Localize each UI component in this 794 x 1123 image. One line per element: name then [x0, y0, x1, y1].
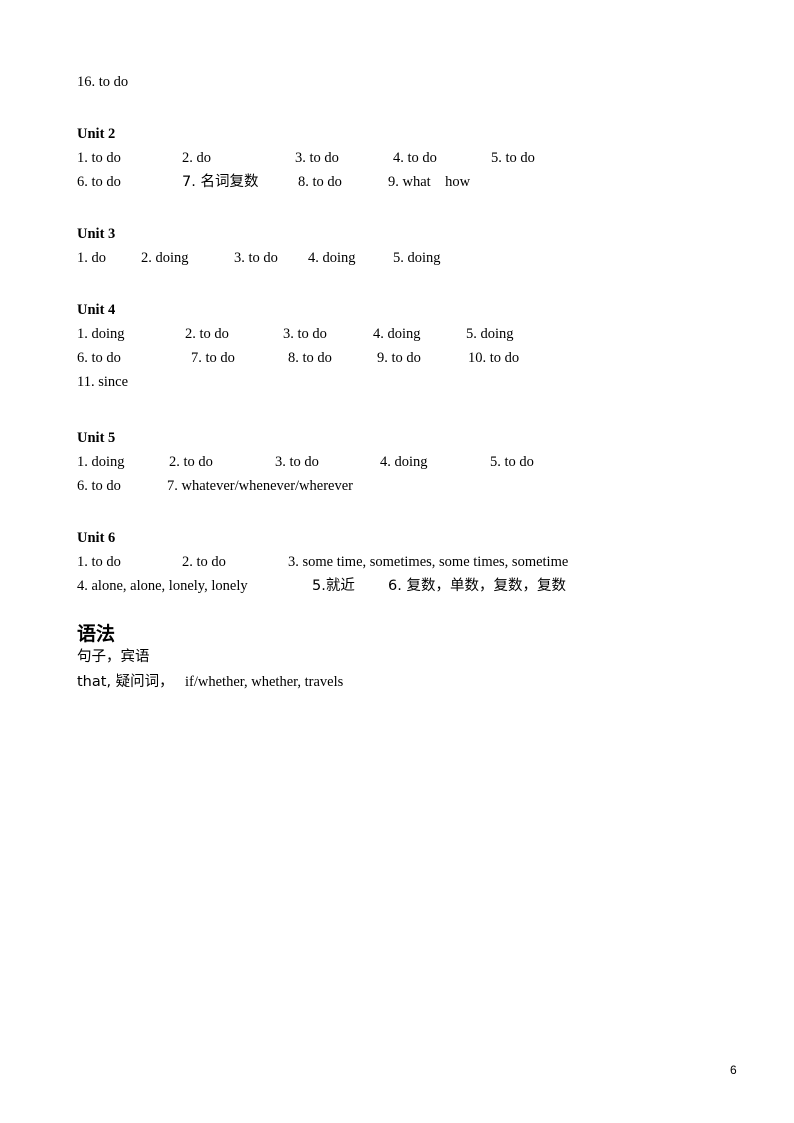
- answer-item: 11. since: [77, 374, 129, 390]
- answer-item: 8. to do: [288, 350, 332, 366]
- answer-item: 1. do: [77, 250, 106, 266]
- answer-item: 16. to do: [77, 74, 129, 90]
- answer-item: 1. doing: [77, 326, 125, 342]
- answer-item: 10. to do: [468, 350, 520, 366]
- answer-item: 6. to do: [77, 174, 121, 190]
- answer-item: 6. to do: [77, 478, 121, 494]
- answer-item: 9. what how: [388, 174, 471, 190]
- unit-2-heading: Unit 2: [77, 126, 116, 142]
- answer-item: 6. 复数，单数，复数，复数: [388, 578, 566, 594]
- answer-item: 3. to do: [283, 326, 327, 342]
- answer-item: 4. to do: [393, 150, 437, 166]
- grammar-line-1: 句子，宾语: [77, 649, 150, 665]
- answer-item: 4. doing: [380, 454, 428, 470]
- answer-item: 7. 名词复数: [182, 174, 259, 190]
- answer-item: 3. to do: [275, 454, 319, 470]
- page-number: 6: [730, 1063, 737, 1077]
- unit-6-heading: Unit 6: [77, 530, 116, 546]
- answer-item: 8. to do: [298, 174, 342, 190]
- answer-item: 5.就近: [312, 578, 355, 594]
- answer-item: 1. doing: [77, 454, 125, 470]
- answer-item: 2. do: [182, 150, 211, 166]
- answer-item: 7. whatever/whenever/wherever: [167, 478, 353, 494]
- answer-item: 4. alone, alone, lonely, lonely: [77, 578, 248, 594]
- answer-item: 2. to do: [185, 326, 229, 342]
- answer-item: 6. to do: [77, 350, 121, 366]
- grammar-heading: 语法: [77, 623, 116, 645]
- answer-item: 3. to do: [295, 150, 339, 166]
- answer-item: 5. to do: [491, 150, 535, 166]
- answer-item: 5. to do: [490, 454, 534, 470]
- unit-3-heading: Unit 3: [77, 226, 116, 242]
- unit-4-heading: Unit 4: [77, 302, 116, 318]
- answer-item: 5. doing: [393, 250, 441, 266]
- answer-item: 5. doing: [466, 326, 514, 342]
- answer-item: 9. to do: [377, 350, 421, 366]
- grammar-text: if/whether, whether, travels: [185, 674, 344, 690]
- answer-item: 2. to do: [169, 454, 213, 470]
- answer-item: 3. to do: [234, 250, 278, 266]
- answer-item: 7. to do: [191, 350, 235, 366]
- answer-item: 2. to do: [182, 554, 226, 570]
- grammar-text: that, 疑问词，: [77, 674, 174, 690]
- answer-item: 2. doing: [141, 250, 189, 266]
- answer-item: 1. to do: [77, 150, 121, 166]
- answer-item: 4. doing: [373, 326, 421, 342]
- answer-item: 3. some time, sometimes, some times, som…: [288, 554, 569, 570]
- answer-item: 1. to do: [77, 554, 121, 570]
- answer-item: 4. doing: [308, 250, 356, 266]
- unit-5-heading: Unit 5: [77, 430, 116, 446]
